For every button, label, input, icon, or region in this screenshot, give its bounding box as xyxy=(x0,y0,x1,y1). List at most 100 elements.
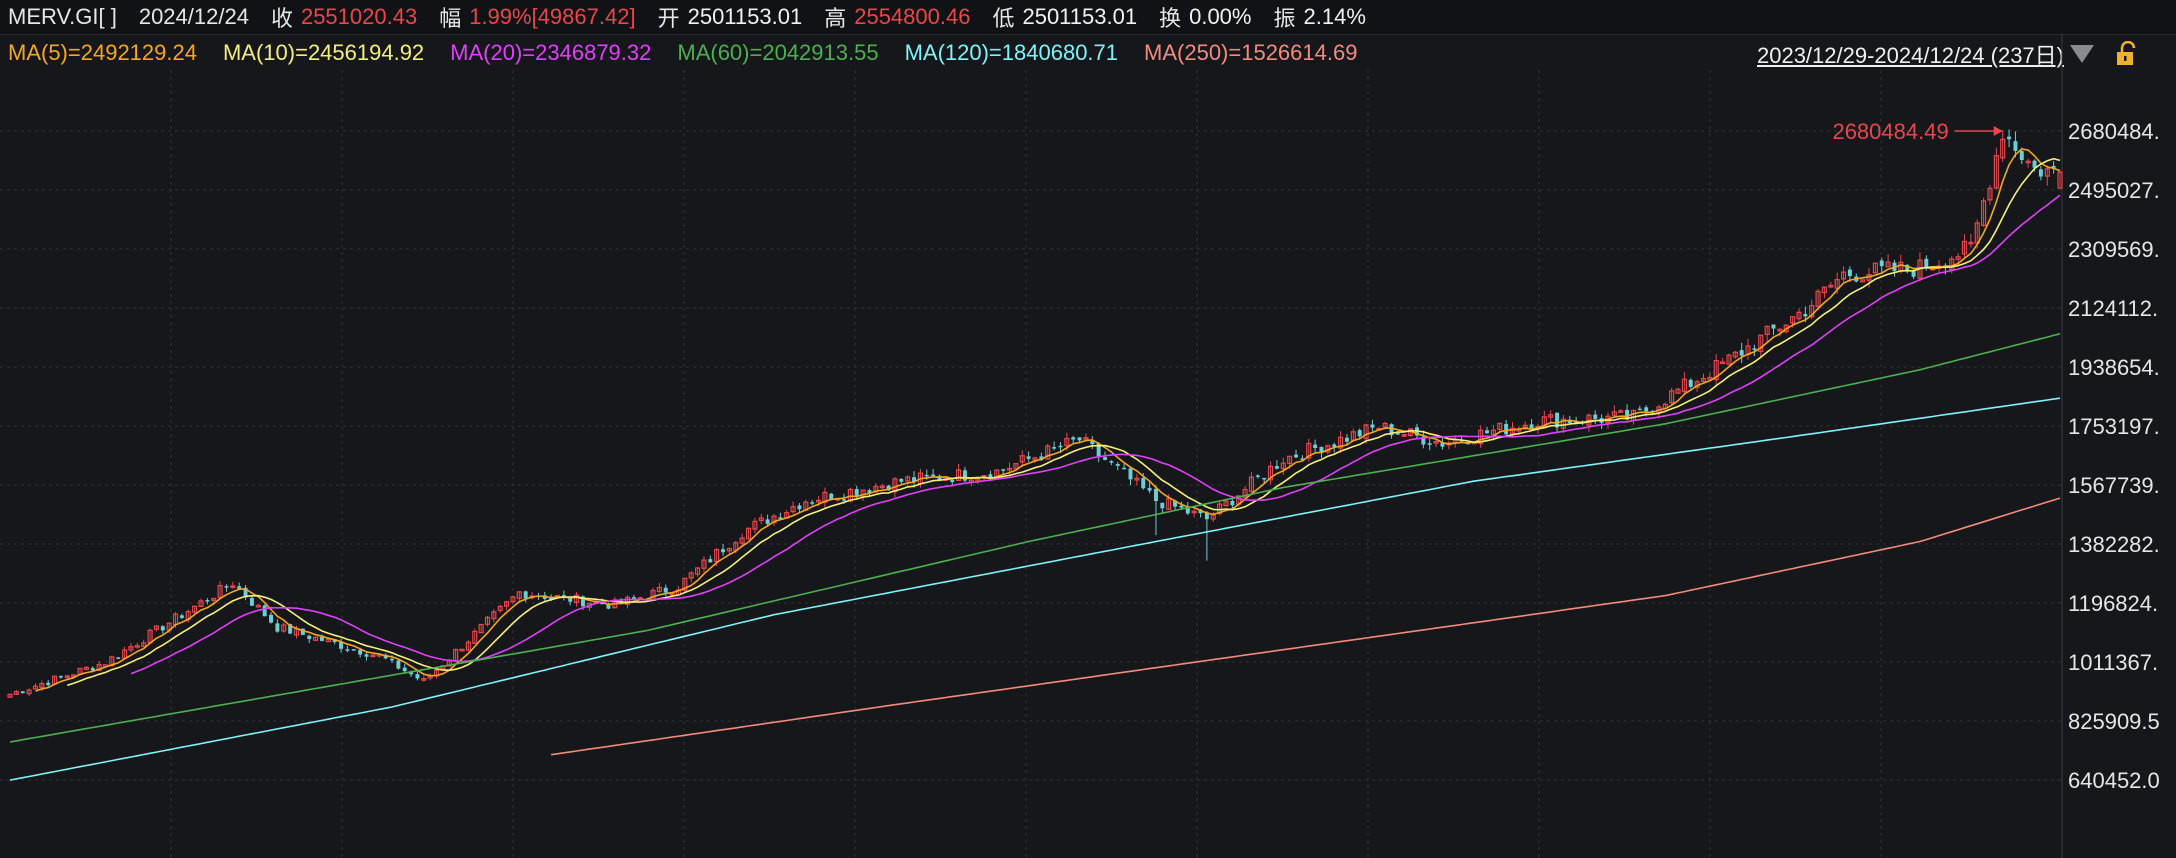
candle-body xyxy=(1344,437,1349,442)
candle-body xyxy=(1688,379,1693,387)
y-tick-label: 2124112. xyxy=(2068,296,2158,321)
candle-body xyxy=(1255,475,1260,477)
candle-body xyxy=(1179,505,1184,508)
ma-line-ma120 xyxy=(9,397,2061,781)
y-tick-label: 2309569. xyxy=(2068,237,2160,262)
candle-body xyxy=(1052,447,1057,449)
candle-body xyxy=(116,657,121,659)
y-tick-label: 825909.5 xyxy=(2068,709,2160,734)
ma-line-ma10 xyxy=(67,157,2061,687)
candle-body xyxy=(364,654,369,657)
candle-body xyxy=(396,660,401,669)
candle-body xyxy=(1332,444,1337,447)
candle-body xyxy=(179,615,184,618)
candle-body xyxy=(275,623,280,632)
y-tick-label: 2495027. xyxy=(2068,178,2160,203)
y-tick-label: 2680484. xyxy=(2068,119,2160,144)
candle-body xyxy=(842,499,846,501)
candle-body xyxy=(1427,443,1432,445)
candle-body xyxy=(1122,467,1127,470)
candle-body xyxy=(2038,169,2043,177)
candle-body xyxy=(1077,437,1082,441)
candle-body xyxy=(1294,454,1298,458)
candle-body xyxy=(269,614,273,623)
candle-body xyxy=(1752,348,1757,350)
candle-body xyxy=(390,658,394,661)
candle-body xyxy=(1485,430,1489,434)
candle-body xyxy=(262,605,267,617)
candle-body xyxy=(1771,324,1776,329)
candle-body xyxy=(1504,423,1509,435)
candle-body xyxy=(1847,269,1852,277)
y-tick-label: 1196824. xyxy=(2068,591,2158,616)
candle-body xyxy=(2019,151,2024,161)
candle-body xyxy=(319,636,324,641)
y-tick-label: 1011367. xyxy=(2068,650,2158,675)
candle-body xyxy=(1370,424,1375,428)
candle-body xyxy=(631,597,636,599)
y-tick-label: 1753197. xyxy=(2068,414,2160,439)
candle-body xyxy=(1274,466,1279,469)
candle-body xyxy=(1395,433,1400,435)
candle-body xyxy=(708,559,713,563)
candle-body xyxy=(1644,407,1649,412)
candle-body xyxy=(58,675,63,678)
candle-body xyxy=(402,667,407,672)
candle-body xyxy=(415,674,420,679)
candle-body xyxy=(1739,350,1744,356)
candle-body xyxy=(663,587,668,593)
candle-body xyxy=(1001,469,1006,471)
candle-body xyxy=(523,591,528,599)
candle-body xyxy=(1026,456,1031,459)
candle-body xyxy=(345,649,350,651)
candlestick-chart[interactable]: 2680484. 2495027. 2309569. 2124112. 1938654.… xyxy=(0,0,2176,858)
candle-body xyxy=(1879,260,1884,267)
chart-app: MERV.GI[ ] 2024/12/24 收 2551020.43 幅 1.9… xyxy=(0,0,2176,858)
candle-body xyxy=(1109,461,1114,463)
candle-body xyxy=(924,474,929,477)
candle-body xyxy=(1141,478,1146,489)
candle-body xyxy=(854,489,859,496)
candle-body xyxy=(721,549,726,553)
ma-line-ma20 xyxy=(130,194,2061,675)
candle-body xyxy=(1103,457,1108,460)
candle-body xyxy=(307,635,312,639)
candle-body xyxy=(46,682,51,686)
candle-body xyxy=(899,479,904,482)
candle-body xyxy=(90,668,95,671)
y-tick-label: 1382282. xyxy=(2068,532,2160,557)
candle-body xyxy=(765,519,770,524)
candle-body xyxy=(224,586,229,588)
candle-body xyxy=(1153,488,1158,501)
max-arrow-head xyxy=(1993,125,2003,136)
candle-body xyxy=(1147,487,1152,491)
candle-body xyxy=(1593,414,1598,419)
candle-body xyxy=(20,691,25,694)
candle-body xyxy=(1058,445,1063,448)
ma-line-ma60 xyxy=(9,333,2061,743)
candle-body xyxy=(205,600,210,602)
candle-body xyxy=(797,505,802,510)
candle-body xyxy=(2007,136,2012,140)
candle-body xyxy=(950,479,955,483)
candle-body xyxy=(1803,313,1808,317)
ma-line-ma5 xyxy=(35,148,2061,692)
candle-body xyxy=(1262,477,1267,480)
y-tick-label: 640452.0 xyxy=(2068,768,2160,793)
ma-line-ma250 xyxy=(550,497,2061,756)
candle-body xyxy=(249,597,254,606)
candle-body xyxy=(1115,464,1120,466)
candle-body xyxy=(1357,430,1362,437)
candle-body xyxy=(351,649,356,651)
candle-body xyxy=(1230,500,1235,506)
candle-body xyxy=(1160,502,1165,509)
y-tick-label: 1938654. xyxy=(2068,355,2160,380)
y-tick-label: 1567739. xyxy=(2068,473,2160,498)
candle-body xyxy=(931,474,936,477)
candle-body xyxy=(2013,141,2018,151)
candle-body xyxy=(1637,408,1642,411)
candle-body xyxy=(358,649,363,655)
candle-body xyxy=(1313,444,1318,449)
max-annotation-label: 2680484.49 xyxy=(1832,119,1948,144)
candle-body xyxy=(1071,437,1076,440)
